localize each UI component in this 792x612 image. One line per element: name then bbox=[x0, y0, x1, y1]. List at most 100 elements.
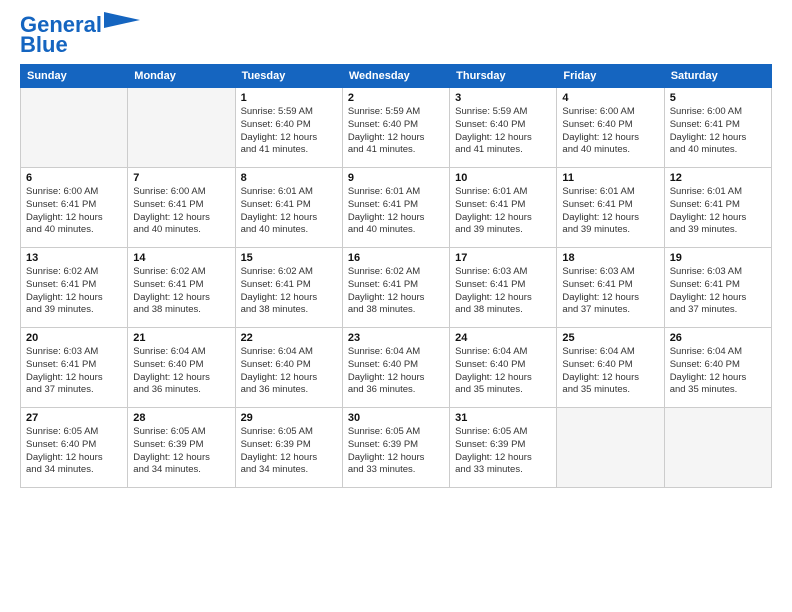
calendar-cell: 11 Sunrise: 6:01 AM Sunset: 6:41 PM Dayli… bbox=[557, 168, 664, 248]
calendar-cell: 27 Sunrise: 6:05 AM Sunset: 6:40 PM Dayli… bbox=[21, 408, 128, 488]
calendar-cell: 22 Sunrise: 6:04 AM Sunset: 6:40 PM Dayli… bbox=[235, 328, 342, 408]
day-number: 28 bbox=[133, 412, 229, 424]
day-info: Sunrise: 6:00 AM Sunset: 6:41 PM Dayligh… bbox=[133, 186, 229, 237]
day-number: 16 bbox=[348, 252, 444, 264]
day-number: 18 bbox=[562, 252, 658, 264]
day-info: Sunrise: 6:05 AM Sunset: 6:40 PM Dayligh… bbox=[26, 426, 122, 477]
day-info: Sunrise: 6:05 AM Sunset: 6:39 PM Dayligh… bbox=[241, 426, 337, 477]
day-info: Sunrise: 5:59 AM Sunset: 6:40 PM Dayligh… bbox=[241, 106, 337, 157]
calendar-cell: 15Sunrise: 6:02 AM Sunset: 6:41 PM Dayli… bbox=[235, 248, 342, 328]
header: General Blue bbox=[20, 10, 772, 56]
weekday-header-tuesday: Tuesday bbox=[235, 65, 342, 88]
logo-blue-text: Blue bbox=[20, 34, 68, 56]
calendar-cell: 31 Sunrise: 6:05 AM Sunset: 6:39 PM Dayli… bbox=[450, 408, 557, 488]
day-info: Sunrise: 6:03 AM Sunset: 6:41 PM Dayligh… bbox=[670, 266, 766, 317]
calendar-cell: 5Sunrise: 6:00 AM Sunset: 6:41 PM Daylig… bbox=[664, 88, 771, 168]
calendar-cell: 28 Sunrise: 6:05 AM Sunset: 6:39 PM Dayli… bbox=[128, 408, 235, 488]
day-info: Sunrise: 6:01 AM Sunset: 6:41 PM Dayligh… bbox=[562, 186, 658, 237]
calendar-cell: 17 Sunrise: 6:03 AM Sunset: 6:41 PM Dayli… bbox=[450, 248, 557, 328]
day-info: Sunrise: 6:01 AM Sunset: 6:41 PM Dayligh… bbox=[455, 186, 551, 237]
day-number: 7 bbox=[133, 172, 229, 184]
day-number: 17 bbox=[455, 252, 551, 264]
day-number: 9 bbox=[348, 172, 444, 184]
day-number: 11 bbox=[562, 172, 658, 184]
calendar-week-row: 1 Sunrise: 5:59 AM Sunset: 6:40 PM Daylig… bbox=[21, 88, 772, 168]
day-info: Sunrise: 6:03 AM Sunset: 6:41 PM Dayligh… bbox=[455, 266, 551, 317]
day-info: Sunrise: 6:05 AM Sunset: 6:39 PM Dayligh… bbox=[133, 426, 229, 477]
day-info: Sunrise: 6:04 AM Sunset: 6:40 PM Dayligh… bbox=[670, 346, 766, 397]
weekday-header-sunday: Sunday bbox=[21, 65, 128, 88]
calendar-cell: 3Sunrise: 5:59 AM Sunset: 6:40 PM Daylig… bbox=[450, 88, 557, 168]
day-number: 19 bbox=[670, 252, 766, 264]
day-number: 26 bbox=[670, 332, 766, 344]
day-number: 31 bbox=[455, 412, 551, 424]
calendar-cell: 20 Sunrise: 6:03 AM Sunset: 6:41 PM Dayli… bbox=[21, 328, 128, 408]
day-number: 1 bbox=[241, 92, 337, 104]
calendar-cell: 6 Sunrise: 6:00 AM Sunset: 6:41 PM Daylig… bbox=[21, 168, 128, 248]
day-number: 24 bbox=[455, 332, 551, 344]
calendar-cell: 10 Sunrise: 6:01 AM Sunset: 6:41 PM Dayli… bbox=[450, 168, 557, 248]
calendar-cell: 29 Sunrise: 6:05 AM Sunset: 6:39 PM Dayli… bbox=[235, 408, 342, 488]
logo: General Blue bbox=[20, 14, 140, 56]
day-info: Sunrise: 6:04 AM Sunset: 6:40 PM Dayligh… bbox=[133, 346, 229, 397]
day-number: 4 bbox=[562, 92, 658, 104]
calendar-week-row: 20 Sunrise: 6:03 AM Sunset: 6:41 PM Dayli… bbox=[21, 328, 772, 408]
weekday-header-monday: Monday bbox=[128, 65, 235, 88]
calendar-cell: 26 Sunrise: 6:04 AM Sunset: 6:40 PM Dayli… bbox=[664, 328, 771, 408]
calendar-cell: 2 Sunrise: 5:59 AM Sunset: 6:40 PM Daylig… bbox=[342, 88, 449, 168]
day-info: Sunrise: 6:02 AM Sunset: 6:41 PM Dayligh… bbox=[241, 266, 337, 317]
calendar-cell: 1 Sunrise: 5:59 AM Sunset: 6:40 PM Daylig… bbox=[235, 88, 342, 168]
day-number: 3 bbox=[455, 92, 551, 104]
day-info: Sunrise: 6:04 AM Sunset: 6:40 PM Dayligh… bbox=[455, 346, 551, 397]
calendar-cell: 13Sunrise: 6:02 AM Sunset: 6:41 PM Dayli… bbox=[21, 248, 128, 328]
calendar-cell: 9 Sunrise: 6:01 AM Sunset: 6:41 PM Daylig… bbox=[342, 168, 449, 248]
weekday-header-row: SundayMondayTuesdayWednesdayThursdayFrid… bbox=[21, 65, 772, 88]
page: General Blue SundayMondayTuesdayWednesda… bbox=[0, 0, 792, 612]
calendar-cell: 19 Sunrise: 6:03 AM Sunset: 6:41 PM Dayli… bbox=[664, 248, 771, 328]
day-info: Sunrise: 6:04 AM Sunset: 6:40 PM Dayligh… bbox=[562, 346, 658, 397]
day-number: 6 bbox=[26, 172, 122, 184]
calendar-week-row: 27 Sunrise: 6:05 AM Sunset: 6:40 PM Dayli… bbox=[21, 408, 772, 488]
day-info: Sunrise: 6:05 AM Sunset: 6:39 PM Dayligh… bbox=[455, 426, 551, 477]
calendar-cell bbox=[664, 408, 771, 488]
day-info: Sunrise: 6:01 AM Sunset: 6:41 PM Dayligh… bbox=[348, 186, 444, 237]
day-info: Sunrise: 6:03 AM Sunset: 6:41 PM Dayligh… bbox=[26, 346, 122, 397]
day-info: Sunrise: 6:03 AM Sunset: 6:41 PM Dayligh… bbox=[562, 266, 658, 317]
day-number: 2 bbox=[348, 92, 444, 104]
day-info: Sunrise: 6:01 AM Sunset: 6:41 PM Dayligh… bbox=[670, 186, 766, 237]
day-info: Sunrise: 6:00 AM Sunset: 6:40 PM Dayligh… bbox=[562, 106, 658, 157]
day-info: Sunrise: 6:02 AM Sunset: 6:41 PM Dayligh… bbox=[133, 266, 229, 317]
day-number: 23 bbox=[348, 332, 444, 344]
calendar-cell bbox=[21, 88, 128, 168]
calendar-week-row: 6 Sunrise: 6:00 AM Sunset: 6:41 PM Daylig… bbox=[21, 168, 772, 248]
calendar-cell: 30 Sunrise: 6:05 AM Sunset: 6:39 PM Dayli… bbox=[342, 408, 449, 488]
day-info: Sunrise: 6:00 AM Sunset: 6:41 PM Dayligh… bbox=[26, 186, 122, 237]
weekday-header-wednesday: Wednesday bbox=[342, 65, 449, 88]
calendar-cell: 4 Sunrise: 6:00 AM Sunset: 6:40 PM Daylig… bbox=[557, 88, 664, 168]
logo-flag-icon bbox=[104, 12, 140, 34]
weekday-header-friday: Friday bbox=[557, 65, 664, 88]
day-number: 25 bbox=[562, 332, 658, 344]
day-number: 10 bbox=[455, 172, 551, 184]
day-number: 22 bbox=[241, 332, 337, 344]
calendar-cell: 7 Sunrise: 6:00 AM Sunset: 6:41 PM Daylig… bbox=[128, 168, 235, 248]
day-number: 14 bbox=[133, 252, 229, 264]
day-number: 29 bbox=[241, 412, 337, 424]
day-info: Sunrise: 6:00 AM Sunset: 6:41 PM Dayligh… bbox=[670, 106, 766, 157]
calendar-cell: 25 Sunrise: 6:04 AM Sunset: 6:40 PM Dayli… bbox=[557, 328, 664, 408]
calendar-cell: 18 Sunrise: 6:03 AM Sunset: 6:41 PM Dayli… bbox=[557, 248, 664, 328]
weekday-header-saturday: Saturday bbox=[664, 65, 771, 88]
day-number: 27 bbox=[26, 412, 122, 424]
calendar-cell: 12Sunrise: 6:01 AM Sunset: 6:41 PM Dayli… bbox=[664, 168, 771, 248]
day-info: Sunrise: 6:05 AM Sunset: 6:39 PM Dayligh… bbox=[348, 426, 444, 477]
day-info: Sunrise: 5:59 AM Sunset: 6:40 PM Dayligh… bbox=[348, 106, 444, 157]
day-number: 20 bbox=[26, 332, 122, 344]
day-info: Sunrise: 6:02 AM Sunset: 6:41 PM Dayligh… bbox=[26, 266, 122, 317]
day-number: 30 bbox=[348, 412, 444, 424]
day-info: Sunrise: 6:04 AM Sunset: 6:40 PM Dayligh… bbox=[348, 346, 444, 397]
day-info: Sunrise: 6:01 AM Sunset: 6:41 PM Dayligh… bbox=[241, 186, 337, 237]
calendar-cell: 16Sunrise: 6:02 AM Sunset: 6:41 PM Dayli… bbox=[342, 248, 449, 328]
day-info: Sunrise: 6:04 AM Sunset: 6:40 PM Dayligh… bbox=[241, 346, 337, 397]
calendar-week-row: 13Sunrise: 6:02 AM Sunset: 6:41 PM Dayli… bbox=[21, 248, 772, 328]
calendar-cell: 21Sunrise: 6:04 AM Sunset: 6:40 PM Dayli… bbox=[128, 328, 235, 408]
